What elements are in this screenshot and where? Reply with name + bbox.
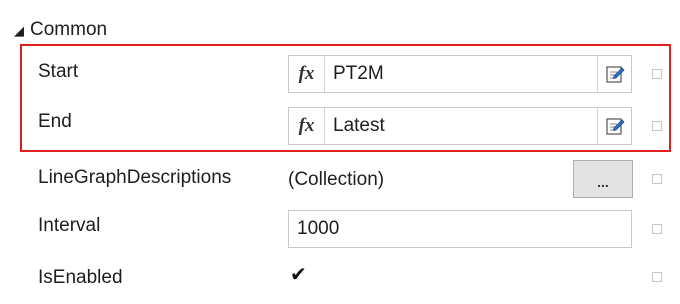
property-row-end: End fx Latest (0, 98, 680, 148)
category-common-header[interactable]: ◢ Common (14, 18, 107, 42)
property-label-start: Start (38, 61, 79, 82)
property-marker[interactable] (652, 121, 662, 131)
category-title: Common (30, 19, 108, 40)
start-value-field[interactable]: fx PT2M (288, 55, 632, 93)
property-label-is-enabled: IsEnabled (38, 267, 123, 288)
interval-input[interactable]: 1000 (288, 210, 632, 248)
start-value[interactable]: PT2M (325, 56, 597, 92)
property-label-end: End (38, 111, 72, 132)
edit-collection-button[interactable]: ... (573, 160, 633, 198)
property-row-start: Start fx PT2M (0, 48, 680, 98)
edit-document-icon (605, 118, 625, 135)
end-value[interactable]: Latest (325, 108, 597, 144)
fx-icon[interactable]: fx (289, 108, 325, 144)
is-enabled-checkbox[interactable]: ✔ (290, 263, 307, 287)
property-label-interval: Interval (38, 215, 101, 236)
edit-expression-button[interactable] (597, 108, 631, 144)
collapse-triangle-icon[interactable]: ◢ (14, 24, 24, 37)
property-marker[interactable] (652, 224, 662, 234)
collection-value: (Collection) (288, 169, 385, 190)
property-marker[interactable] (652, 69, 662, 79)
edit-document-icon (605, 66, 625, 83)
property-grid: ◢ Common Start fx PT2M End fx Latest Lin… (0, 0, 680, 295)
property-row-line-graph-descriptions: LineGraphDescriptions (Collection) ... (0, 154, 680, 204)
property-marker[interactable] (652, 272, 662, 282)
property-row-is-enabled: IsEnabled ✔ (0, 254, 680, 304)
property-row-interval: Interval 1000 (0, 204, 680, 254)
interval-value[interactable]: 1000 (289, 211, 631, 247)
end-value-field[interactable]: fx Latest (288, 107, 632, 145)
property-marker[interactable] (652, 174, 662, 184)
property-label-line-graph-descriptions: LineGraphDescriptions (38, 167, 232, 188)
edit-expression-button[interactable] (597, 56, 631, 92)
fx-icon[interactable]: fx (289, 56, 325, 92)
